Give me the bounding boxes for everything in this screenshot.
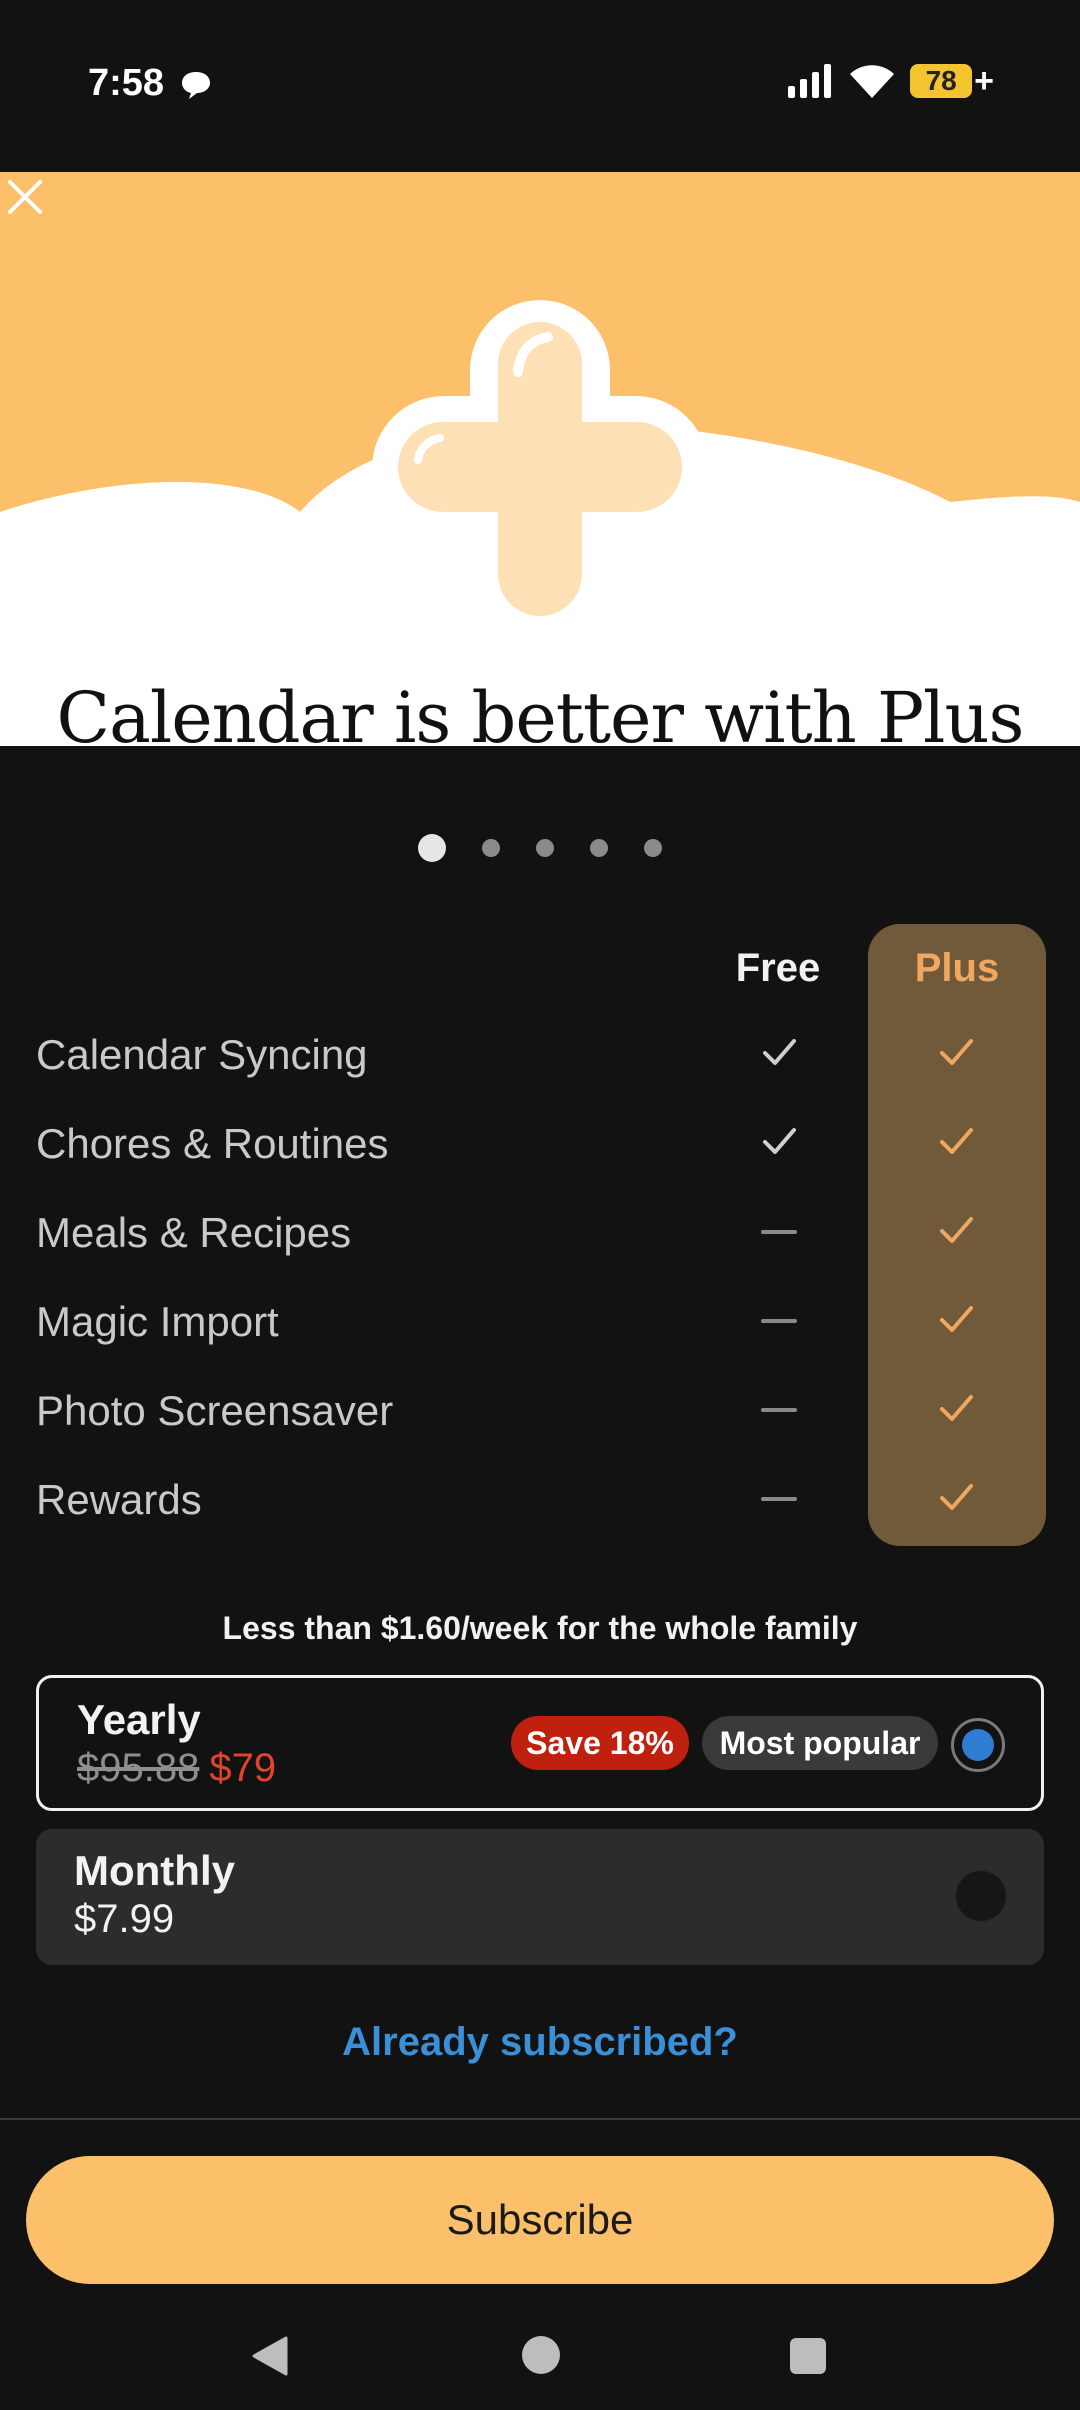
feature-label: Magic Import: [36, 1298, 279, 1345]
pager-dot[interactable]: [536, 839, 554, 857]
feature-label: Photo Screensaver: [36, 1387, 394, 1434]
plan-price: $79: [209, 1746, 277, 1790]
dash-icon: [757, 1475, 801, 1519]
check-icon: [934, 1208, 978, 1252]
recents-icon[interactable]: [790, 2338, 826, 2374]
plan-name: Yearly: [77, 1696, 201, 1743]
feature-row: Rewards: [0, 1479, 1080, 1568]
most-popular-badge: Most popular: [702, 1716, 938, 1770]
pager-dots: [0, 834, 1080, 862]
check-icon: [934, 1297, 978, 1341]
plan-radio-selected[interactable]: [951, 1718, 1005, 1772]
feature-label: Chores & Routines: [36, 1120, 389, 1167]
pager-dot-active[interactable]: [418, 834, 446, 862]
subscribe-button[interactable]: Subscribe: [26, 2156, 1054, 2284]
battery-icon: 78 +: [910, 64, 994, 98]
pager-dot[interactable]: [644, 839, 662, 857]
feature-row: Magic Import: [0, 1301, 1080, 1390]
home-icon[interactable]: [522, 2336, 560, 2374]
hero-banner: Calendar is better with Plus: [0, 172, 1080, 746]
plan-price-row: $95.88 $79: [77, 1746, 276, 1791]
column-header-free: Free: [735, 946, 821, 990]
plan-price: $7.99: [74, 1897, 175, 1941]
save-badge: Save 18%: [511, 1716, 689, 1770]
status-time: 7:58: [88, 62, 165, 104]
pricing-tagline: Less than $1.60/week for the whole famil…: [222, 1610, 858, 1646]
feature-row: Chores & Routines: [0, 1123, 1080, 1212]
battery-level: 78: [910, 64, 973, 98]
wifi-icon: [850, 65, 895, 98]
check-icon: [934, 1030, 978, 1074]
dash-icon: [757, 1297, 801, 1341]
headline: Calendar is better with Plus: [56, 677, 1025, 746]
feature-row: Photo Screensaver: [0, 1390, 1080, 1479]
pager-dot[interactable]: [590, 839, 608, 857]
feature-row: Meals & Recipes: [0, 1212, 1080, 1301]
divider: [0, 2118, 1080, 2120]
charging-plus-icon: +: [974, 62, 994, 100]
dash-icon: [757, 1386, 801, 1430]
back-icon[interactable]: [250, 2336, 290, 2376]
chat-icon: [182, 72, 210, 99]
signal-icon: [788, 64, 832, 98]
already-subscribed-link[interactable]: Already subscribed?: [0, 2020, 1080, 2065]
check-icon: [757, 1119, 801, 1163]
column-header-plus: Plus: [914, 946, 1000, 990]
pager-dot[interactable]: [482, 839, 500, 857]
plan-name: Monthly: [74, 1847, 235, 1894]
plan-option-monthly[interactable]: Monthly $7.99: [36, 1829, 1044, 1965]
check-icon: [934, 1119, 978, 1163]
check-icon: [757, 1030, 801, 1074]
dash-icon: [757, 1208, 801, 1252]
plan-option-yearly[interactable]: Yearly $95.88 $79 Save 18% Most popular: [36, 1675, 1044, 1811]
status-icons: 78 +: [788, 64, 994, 98]
plus-cross-illustration: [0, 172, 1080, 746]
feature-label: Calendar Syncing: [36, 1031, 368, 1078]
close-icon[interactable]: [0, 172, 50, 222]
plan-radio[interactable]: [954, 1869, 1008, 1923]
feature-label: Rewards: [36, 1476, 202, 1523]
check-icon: [934, 1386, 978, 1430]
check-icon: [934, 1475, 978, 1519]
status-bar: 7:58 78 +: [0, 0, 1080, 172]
feature-label: Meals & Recipes: [36, 1209, 352, 1256]
feature-row: Calendar Syncing: [0, 1034, 1080, 1123]
plan-old-price: $95.88: [77, 1746, 200, 1790]
